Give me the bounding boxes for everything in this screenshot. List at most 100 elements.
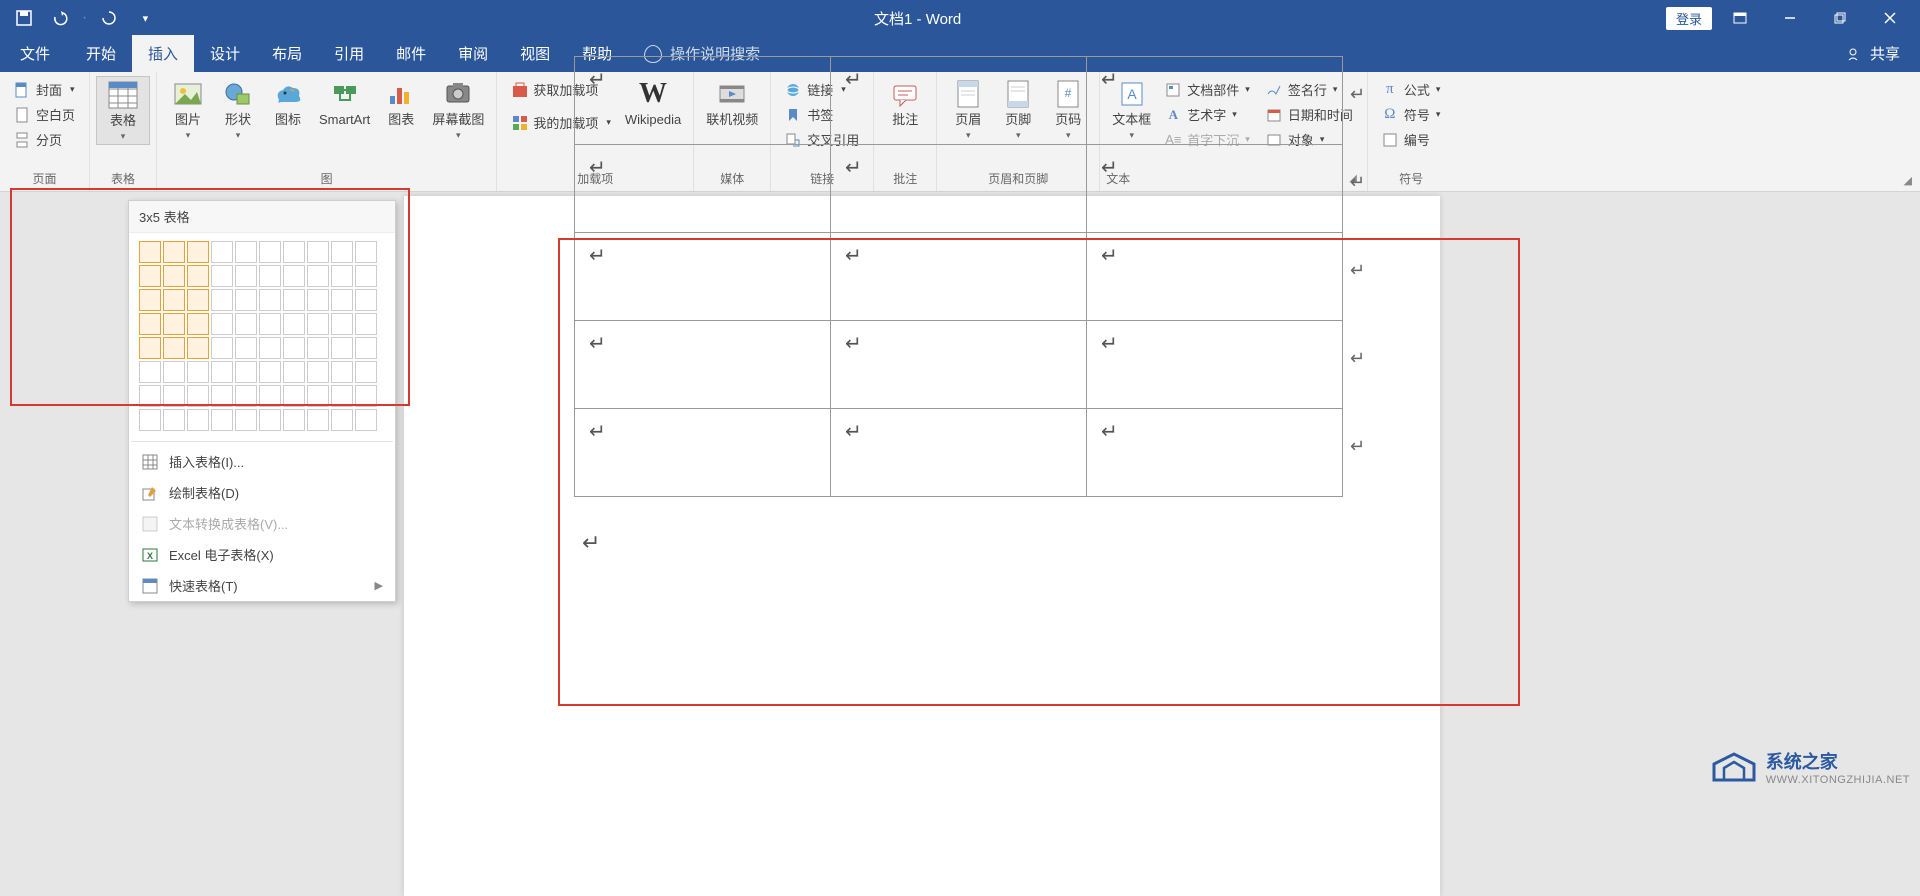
tab-review[interactable]: 审阅 bbox=[442, 35, 504, 72]
screenshot-button[interactable]: 屏幕截图▾ bbox=[426, 76, 490, 143]
login-button[interactable]: 登录 bbox=[1666, 7, 1712, 30]
grid-cell[interactable] bbox=[235, 409, 257, 431]
table-cell[interactable]: ↵ bbox=[831, 409, 1087, 497]
grid-cell[interactable] bbox=[331, 289, 353, 311]
grid-cell[interactable] bbox=[283, 265, 305, 287]
ribbon-display-icon[interactable] bbox=[1718, 2, 1762, 34]
table-grid-picker[interactable] bbox=[129, 233, 395, 437]
grid-cell[interactable] bbox=[163, 313, 185, 335]
grid-cell[interactable] bbox=[235, 361, 257, 383]
chart-button[interactable]: 图表 bbox=[376, 76, 426, 130]
grid-cell[interactable] bbox=[163, 241, 185, 263]
grid-cell[interactable] bbox=[163, 409, 185, 431]
grid-cell[interactable] bbox=[355, 265, 377, 287]
grid-cell[interactable] bbox=[355, 361, 377, 383]
minimize-icon[interactable] bbox=[1768, 2, 1812, 34]
collapse-ribbon-icon[interactable]: ◢ bbox=[1896, 170, 1920, 191]
table-cell[interactable]: ↵ bbox=[1087, 233, 1343, 321]
blank-page-button[interactable]: 空白页 bbox=[10, 103, 79, 126]
grid-cell[interactable] bbox=[235, 241, 257, 263]
grid-cell[interactable] bbox=[283, 313, 305, 335]
table-cell[interactable]: ↵ bbox=[575, 321, 831, 409]
grid-cell[interactable] bbox=[259, 265, 281, 287]
grid-cell[interactable] bbox=[331, 361, 353, 383]
symbol-button[interactable]: Ω符号▾ bbox=[1378, 103, 1445, 126]
table-cell[interactable]: ↵ bbox=[575, 145, 831, 233]
tab-design[interactable]: 设计 bbox=[194, 35, 256, 72]
grid-cell[interactable] bbox=[307, 385, 329, 407]
grid-cell[interactable] bbox=[355, 385, 377, 407]
close-icon[interactable] bbox=[1868, 2, 1912, 34]
inserted-table[interactable]: ↵↵↵↵↵↵↵↵↵↵↵↵↵↵↵ bbox=[574, 56, 1343, 497]
grid-cell[interactable] bbox=[235, 337, 257, 359]
tab-references[interactable]: 引用 bbox=[318, 35, 380, 72]
redo-icon[interactable] bbox=[95, 4, 123, 32]
grid-cell[interactable] bbox=[259, 241, 281, 263]
undo-icon[interactable] bbox=[46, 4, 74, 32]
grid-cell[interactable] bbox=[139, 361, 161, 383]
grid-cell[interactable] bbox=[283, 289, 305, 311]
grid-cell[interactable] bbox=[355, 313, 377, 335]
grid-cell[interactable] bbox=[331, 385, 353, 407]
table-cell[interactable]: ↵ bbox=[831, 57, 1087, 145]
grid-cell[interactable] bbox=[307, 409, 329, 431]
grid-cell[interactable] bbox=[283, 409, 305, 431]
table-cell[interactable]: ↵ bbox=[831, 321, 1087, 409]
grid-cell[interactable] bbox=[139, 385, 161, 407]
grid-cell[interactable] bbox=[331, 241, 353, 263]
grid-cell[interactable] bbox=[259, 409, 281, 431]
grid-cell[interactable] bbox=[211, 409, 233, 431]
grid-cell[interactable] bbox=[211, 337, 233, 359]
grid-cell[interactable] bbox=[139, 241, 161, 263]
tab-home[interactable]: 开始 bbox=[70, 35, 132, 72]
grid-cell[interactable] bbox=[307, 265, 329, 287]
grid-cell[interactable] bbox=[283, 241, 305, 263]
table-button[interactable]: 表格 ▾ bbox=[96, 76, 150, 145]
grid-cell[interactable] bbox=[331, 265, 353, 287]
pictures-button[interactable]: 图片▾ bbox=[163, 76, 213, 143]
grid-cell[interactable] bbox=[211, 265, 233, 287]
tab-file[interactable]: 文件 bbox=[4, 35, 66, 72]
qat-customize-icon[interactable]: ▾ bbox=[131, 4, 159, 32]
smartart-button[interactable]: SmartArt bbox=[313, 76, 376, 130]
grid-cell[interactable] bbox=[283, 361, 305, 383]
grid-cell[interactable] bbox=[307, 241, 329, 263]
table-cell[interactable]: ↵ bbox=[1087, 321, 1343, 409]
grid-cell[interactable] bbox=[187, 265, 209, 287]
grid-cell[interactable] bbox=[331, 337, 353, 359]
grid-cell[interactable] bbox=[355, 337, 377, 359]
tab-view[interactable]: 视图 bbox=[504, 35, 566, 72]
grid-cell[interactable] bbox=[211, 361, 233, 383]
grid-cell[interactable] bbox=[307, 337, 329, 359]
grid-cell[interactable] bbox=[211, 241, 233, 263]
grid-cell[interactable] bbox=[139, 313, 161, 335]
grid-cell[interactable] bbox=[235, 385, 257, 407]
equation-button[interactable]: π公式▾ bbox=[1378, 78, 1445, 101]
grid-cell[interactable] bbox=[163, 337, 185, 359]
grid-cell[interactable] bbox=[187, 385, 209, 407]
number-button[interactable]: 编号 bbox=[1378, 128, 1445, 151]
excel-spreadsheet-menu[interactable]: XExcel 电子表格(X) bbox=[129, 539, 395, 570]
grid-cell[interactable] bbox=[211, 289, 233, 311]
grid-cell[interactable] bbox=[139, 409, 161, 431]
grid-cell[interactable] bbox=[307, 313, 329, 335]
grid-cell[interactable] bbox=[355, 241, 377, 263]
table-cell[interactable]: ↵ bbox=[1087, 145, 1343, 233]
grid-cell[interactable] bbox=[211, 313, 233, 335]
grid-cell[interactable] bbox=[283, 385, 305, 407]
table-cell[interactable]: ↵ bbox=[575, 233, 831, 321]
draw-table-menu[interactable]: 绘制表格(D) bbox=[129, 477, 395, 508]
grid-cell[interactable] bbox=[187, 337, 209, 359]
grid-cell[interactable] bbox=[187, 361, 209, 383]
grid-cell[interactable] bbox=[331, 313, 353, 335]
grid-cell[interactable] bbox=[139, 337, 161, 359]
grid-cell[interactable] bbox=[187, 241, 209, 263]
grid-cell[interactable] bbox=[163, 265, 185, 287]
grid-cell[interactable] bbox=[139, 265, 161, 287]
grid-cell[interactable] bbox=[235, 313, 257, 335]
grid-cell[interactable] bbox=[187, 289, 209, 311]
table-cell[interactable]: ↵ bbox=[575, 57, 831, 145]
insert-table-menu[interactable]: 插入表格(I)... bbox=[129, 446, 395, 477]
tab-insert[interactable]: 插入 bbox=[132, 35, 194, 72]
grid-cell[interactable] bbox=[355, 289, 377, 311]
